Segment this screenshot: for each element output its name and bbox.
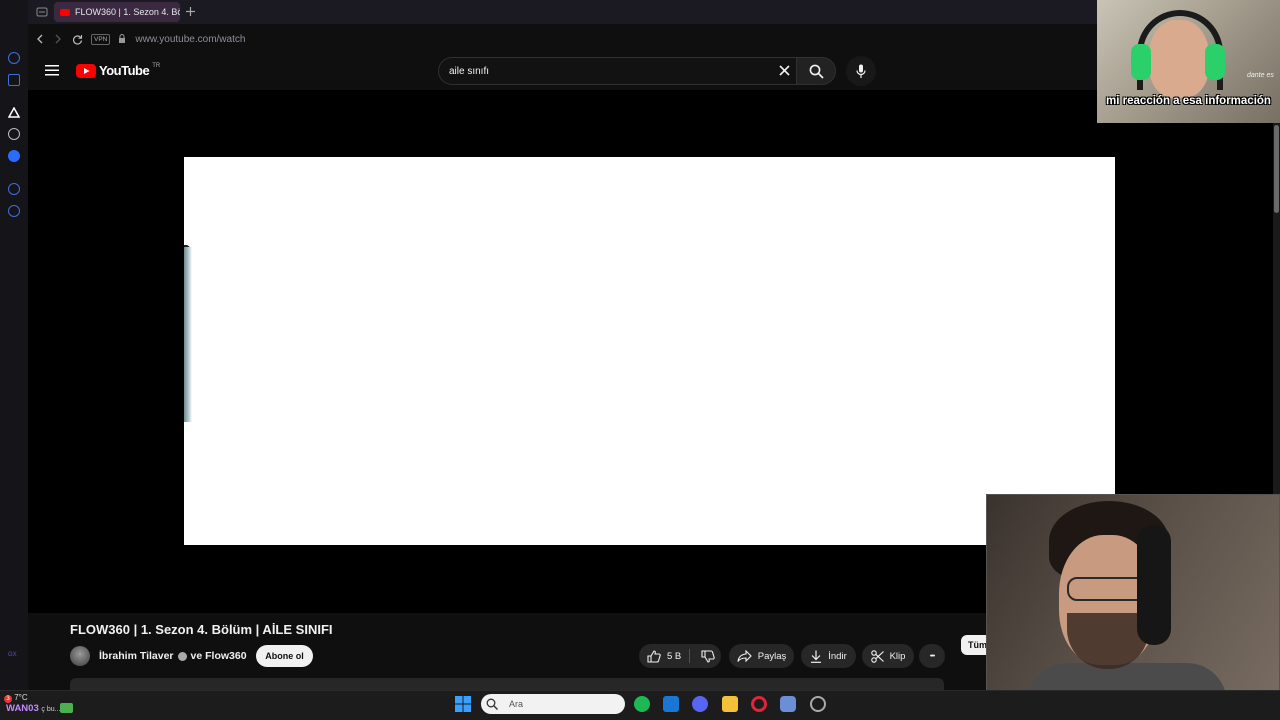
tab-manager-icon[interactable] (36, 7, 48, 17)
weather-location: WAN03 ç bu... (6, 703, 60, 714)
youtube-play-icon (76, 63, 96, 78)
weather-temperature: 7°C (14, 693, 28, 702)
video-frame-detail (184, 247, 192, 422)
clip-button[interactable]: Klip (862, 644, 914, 668)
share-label: Paylaş (757, 650, 787, 662)
windows-start-icon[interactable] (455, 696, 471, 712)
microphone-icon (856, 64, 866, 78)
new-tab-icon[interactable] (186, 7, 195, 16)
vpn-badge[interactable]: VPN (91, 33, 111, 45)
mail-app-icon[interactable] (663, 696, 679, 712)
download-icon (811, 650, 822, 663)
search-icon (809, 64, 824, 79)
headphones-right-cup (1205, 44, 1225, 80)
description-box[interactable] (70, 678, 944, 690)
like-dislike-group: 5 B (639, 644, 721, 668)
app-icon[interactable] (780, 696, 796, 712)
sidebar-mail-icon[interactable] (8, 74, 20, 86)
voice-search-button[interactable] (846, 56, 876, 86)
channel-name[interactable]: İbrahim Tilaver ve Flow360 (99, 650, 247, 662)
weather-badge: 3 (4, 695, 12, 703)
video-title: FLOW360 | 1. Sezon 4. Bölüm | AİLE SINIF… (70, 622, 333, 637)
youtube-favicon-icon (60, 8, 70, 16)
video-player[interactable] (184, 157, 1115, 545)
streamer-headphones (1137, 525, 1171, 645)
taskbar-search-icon (486, 698, 498, 710)
sidebar-messenger-icon[interactable] (8, 150, 20, 162)
weather-subtext: ç bu... (41, 706, 61, 713)
weather-widget[interactable]: 3 7°C (4, 693, 28, 703)
like-count[interactable]: 5 B (667, 651, 681, 662)
discord-icon[interactable] (692, 696, 708, 712)
spotify-icon[interactable] (634, 696, 650, 712)
back-icon[interactable] (36, 34, 44, 44)
reload-icon[interactable] (72, 34, 83, 45)
channel-collab-text[interactable]: ve Flow360 (191, 650, 247, 662)
sidebar-settings-icon[interactable] (8, 205, 20, 217)
browser-sidebar: GX (0, 0, 28, 690)
overlay-caption: mi reacción a esa información (1106, 95, 1271, 107)
more-actions-button[interactable]: ••• (919, 644, 945, 668)
opera-gx-taskbar-icon[interactable] (751, 696, 767, 712)
channel-name-text[interactable]: İbrahim Tilaver (99, 650, 174, 662)
search-button[interactable] (796, 57, 836, 85)
taskbar-search-placeholder: Ara (509, 699, 524, 709)
scissors-icon (870, 649, 884, 663)
share-button[interactable]: Paylaş (729, 644, 794, 668)
taskbar-search-input[interactable]: Ara (481, 694, 625, 714)
webcam-overlay-small: dante es mi reacción a esa información (1097, 0, 1280, 123)
tab-title: FLOW360 | 1. Sezon 4. Bö (75, 7, 180, 17)
address-bar[interactable]: VPN www.youtube.com/watch (28, 28, 1100, 50)
obs-icon[interactable] (810, 696, 826, 712)
weather-location-text: WAN03 (6, 703, 39, 714)
lock-icon[interactable] (118, 34, 126, 44)
file-explorer-icon[interactable] (722, 696, 738, 712)
sidebar-gx-icon[interactable]: GX (8, 652, 17, 658)
download-button[interactable]: İndir (801, 644, 856, 668)
sidebar-chatgpt-icon[interactable] (8, 128, 20, 140)
clear-search-icon[interactable] (779, 65, 790, 76)
sidebar-aria-icon[interactable] (8, 107, 20, 118)
menu-icon[interactable] (45, 65, 59, 76)
scrollbar-thumb[interactable] (1274, 125, 1279, 213)
forward-icon[interactable] (54, 34, 62, 44)
clip-label: Klip (889, 650, 906, 662)
dislike-icon[interactable] (701, 649, 716, 663)
sidebar-speed-dial-icon[interactable] (8, 52, 20, 64)
share-icon (737, 650, 752, 662)
verified-icon (177, 651, 187, 661)
tab-youtube[interactable]: FLOW360 | 1. Sezon 4. Bö (54, 2, 180, 22)
avatar[interactable] (70, 646, 90, 666)
like-divider (689, 649, 690, 663)
subscribe-button[interactable]: Abone ol (256, 645, 313, 667)
sidebar-history-icon[interactable] (8, 183, 20, 195)
browser-tab-bar: FLOW360 | 1. Sezon 4. Bö (0, 0, 1280, 24)
mail-notification-icon[interactable] (60, 703, 73, 713)
headphones-left-cup (1131, 44, 1151, 80)
webcam-overlay-main (986, 494, 1280, 720)
search-input-value: aile sınıfı (449, 66, 490, 77)
youtube-logo-text: YouTube (99, 63, 150, 78)
youtube-logo[interactable]: YouTube TR (76, 63, 160, 78)
download-label: İndir (828, 650, 847, 662)
url-text[interactable]: www.youtube.com/watch (135, 34, 245, 45)
country-code: TR (152, 62, 161, 69)
overlay-corner-text: dante es (1247, 72, 1274, 79)
like-icon[interactable] (647, 649, 661, 663)
search-input[interactable]: aile sınıfı (438, 57, 796, 85)
